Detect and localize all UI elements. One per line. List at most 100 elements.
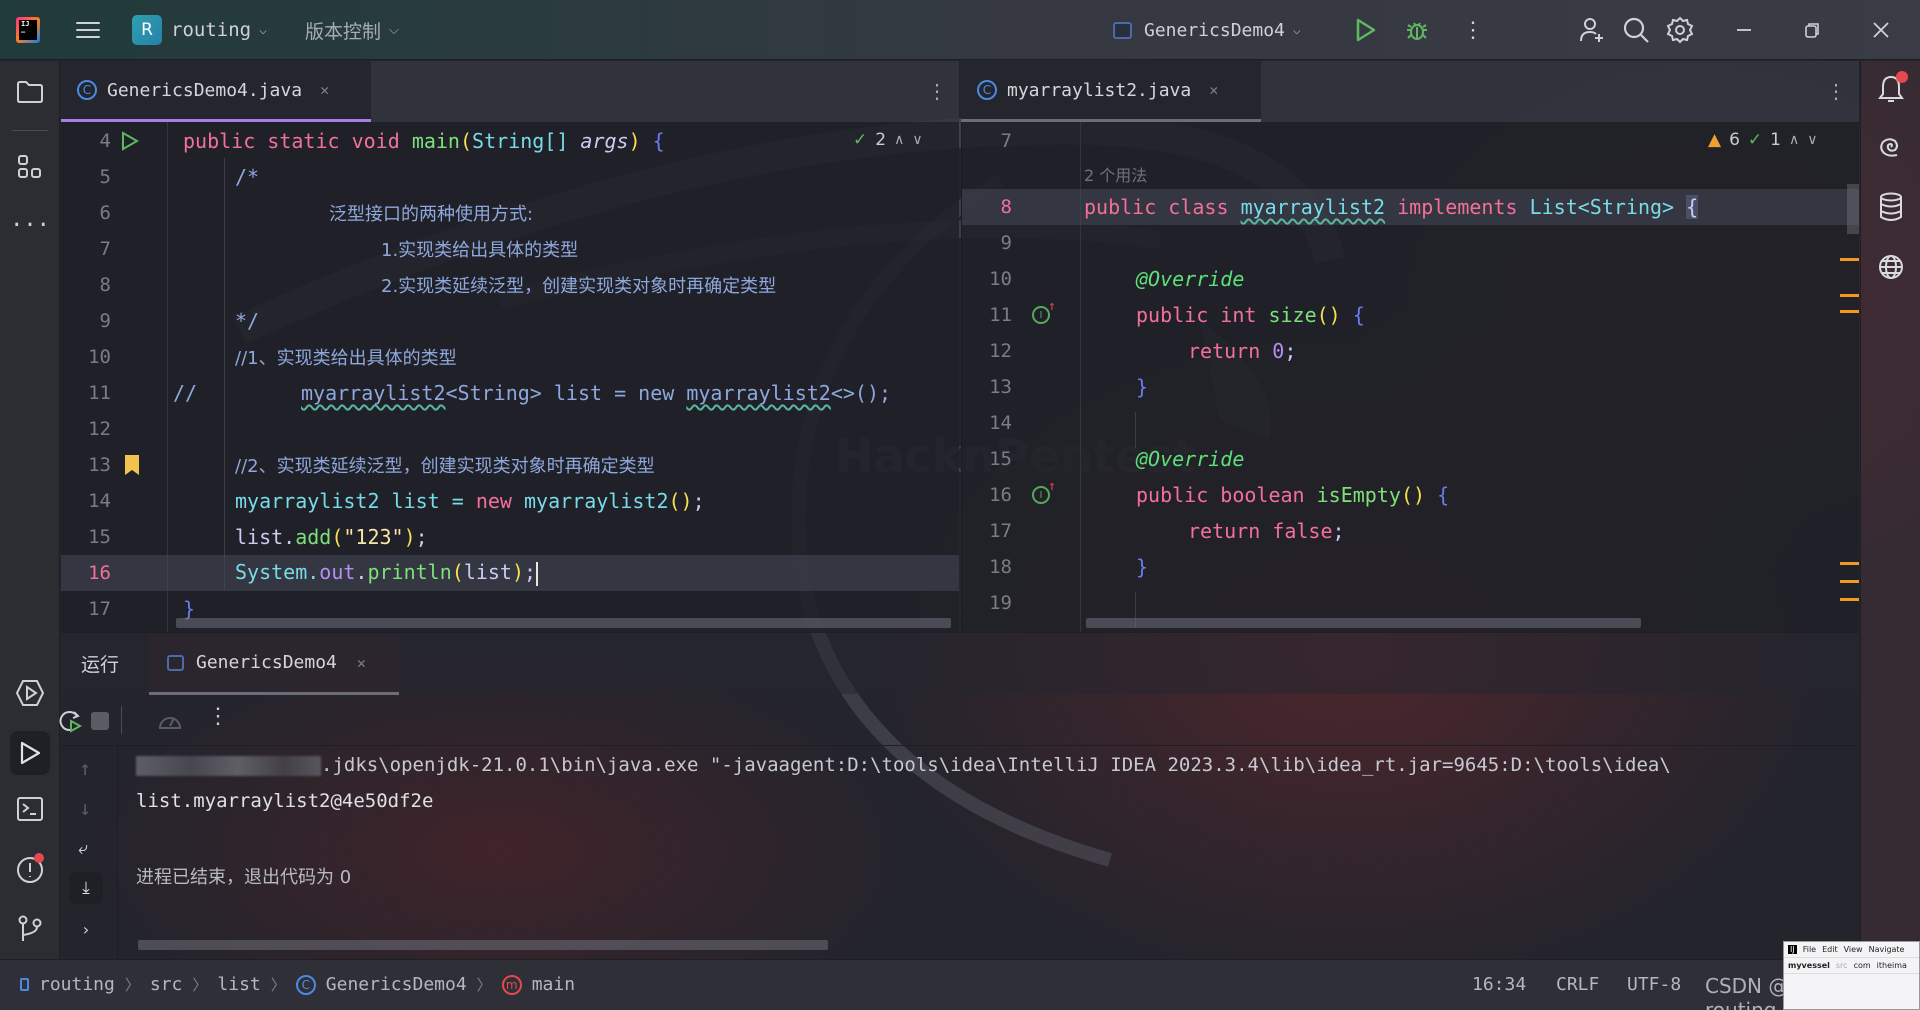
- warning-marker[interactable]: [1840, 294, 1859, 297]
- code-line: 14 myarraylist2 list = new myarraylist2(…: [61, 483, 959, 519]
- minimize-window-button[interactable]: [1735, 0, 1753, 60]
- warning-marker[interactable]: [1840, 562, 1859, 565]
- line-number: 19: [989, 592, 1012, 614]
- usages-inlay[interactable]: 2 个用法: [962, 159, 1859, 189]
- run-tool-button[interactable]: [10, 731, 50, 775]
- breadcrumb-item[interactable]: routing: [39, 974, 115, 995]
- code-line: 15 @Override: [962, 441, 1859, 477]
- main-menu-button[interactable]: [74, 0, 102, 60]
- code-line: 7 1.实现类给出具体的类型: [61, 231, 959, 267]
- services-tool-button[interactable]: [12, 675, 48, 711]
- right-code-editor[interactable]: ▲ 6 ✓ 1 ∧ ∨ 7 2 个用法 8 public class myarr…: [961, 122, 1859, 632]
- stop-icon[interactable]: [91, 712, 109, 730]
- code-text: /*: [235, 165, 260, 189]
- rerun-icon[interactable]: [57, 708, 83, 734]
- code-line: 19: [962, 585, 1859, 621]
- project-tool-button[interactable]: [12, 74, 48, 110]
- bookmark-icon[interactable]: [125, 455, 139, 475]
- close-tab-icon[interactable]: ✕: [1209, 81, 1218, 99]
- thumbnail-path: myvessel src com itheima: [1784, 958, 1919, 974]
- run-tab-genericsdemo4[interactable]: GenericsDemo4 ✕: [149, 633, 399, 695]
- chevron-down-icon: ⌵: [389, 22, 399, 38]
- scroll-to-end-icon[interactable]: ⤓: [69, 872, 103, 904]
- line-number: 10: [989, 268, 1012, 290]
- more-tools-icon[interactable]: ···: [10, 207, 50, 243]
- file-encoding[interactable]: UTF-8: [1627, 974, 1681, 995]
- run-tabbar: 运行 GenericsDemo4 ✕: [61, 632, 1859, 695]
- settings-button[interactable]: [1666, 0, 1694, 60]
- gear-icon: [1666, 16, 1694, 44]
- line-number: 17: [88, 598, 111, 620]
- database-button[interactable]: [1873, 189, 1909, 225]
- problems-tool-button[interactable]: [12, 851, 48, 887]
- git-tool-button[interactable]: [12, 911, 48, 947]
- structure-tool-button[interactable]: [12, 149, 48, 185]
- chevron-right-icon[interactable]: ›: [81, 920, 91, 939]
- status-bar: routing 〉 src 〉 list 〉 C GenericsDemo4 〉…: [0, 959, 1920, 1010]
- soft-wrap-icon[interactable]: ⤶: [78, 838, 88, 859]
- code-with-me-button[interactable]: [1578, 0, 1606, 60]
- vcs-menu[interactable]: 版本控制 ⌵: [305, 0, 399, 60]
- warning-marker[interactable]: [1840, 310, 1859, 313]
- debug-button[interactable]: [1405, 0, 1429, 60]
- left-code-editor[interactable]: ✓ 2 ∧ ∨ 4 public static void main(String…: [61, 122, 959, 632]
- code-text: System.out.println(list);: [235, 560, 539, 586]
- close-window-button[interactable]: [1872, 0, 1890, 60]
- horizontal-scrollbar[interactable]: [138, 940, 828, 950]
- more-actions-kebab-icon[interactable]: ⋮: [1462, 0, 1484, 60]
- horizontal-scrollbar[interactable]: [1086, 618, 1641, 628]
- intellij-logo-icon[interactable]: IJ —: [16, 17, 40, 43]
- code-line: 10 //1、实现类给出具体的类型: [61, 339, 959, 375]
- close-tab-icon[interactable]: ✕: [357, 654, 366, 672]
- code-line: 15 list.add("123");: [61, 519, 959, 555]
- line-number: 9: [1000, 232, 1012, 254]
- notifications-button[interactable]: [1873, 71, 1909, 107]
- restore-window-button[interactable]: [1803, 0, 1821, 60]
- project-badge[interactable]: R: [132, 15, 162, 45]
- caret-position[interactable]: 16:34: [1472, 974, 1526, 995]
- profiler-icon[interactable]: [157, 708, 183, 734]
- arrow-up-icon[interactable]: ↑: [79, 756, 91, 780]
- console-output[interactable]: .jdks\openjdk-21.0.1\bin\java.exe "-java…: [118, 746, 1859, 959]
- right-tool-window-bar: [1860, 61, 1920, 959]
- line-number: 18: [989, 556, 1012, 578]
- app-config-icon: [167, 654, 184, 671]
- line-number: 12: [989, 340, 1012, 362]
- search-button[interactable]: [1622, 0, 1650, 60]
- ai-assistant-button[interactable]: [1873, 129, 1909, 165]
- usages-hint[interactable]: 2 个用法: [1084, 162, 1147, 186]
- tab-genericsdemo4[interactable]: C GenericsDemo4.java ✕: [61, 61, 371, 122]
- arrow-up-icon: ↑: [1048, 479, 1056, 494]
- close-tab-icon[interactable]: ✕: [320, 81, 329, 99]
- line-number: 11: [88, 382, 111, 404]
- breadcrumb-item[interactable]: list: [217, 974, 260, 995]
- run-config-selector[interactable]: GenericsDemo4 ⌵: [1113, 0, 1301, 60]
- breadcrumb-item[interactable]: main: [532, 974, 575, 995]
- module-icon: [20, 978, 29, 991]
- line-separator[interactable]: CRLF: [1556, 974, 1599, 995]
- endpoints-button[interactable]: [1873, 249, 1909, 285]
- more-actions-kebab-icon[interactable]: ⋮: [207, 704, 229, 729]
- line-number: 16: [88, 562, 111, 584]
- terminal-tool-button[interactable]: [12, 791, 48, 827]
- code-text: //2、实现类延续泛型，创建实现类对象时再确定类型: [235, 456, 655, 477]
- tab-myarraylist2[interactable]: C myarraylist2.java ✕: [961, 61, 1261, 122]
- run-button[interactable]: [1355, 0, 1377, 60]
- tab-actions-kebab-icon[interactable]: ⋮: [927, 79, 947, 103]
- breadcrumb-item[interactable]: src: [150, 974, 183, 995]
- warning-marker[interactable]: [1840, 598, 1859, 601]
- breadcrumb-item[interactable]: GenericsDemo4: [326, 974, 467, 995]
- warning-marker[interactable]: [1840, 580, 1859, 583]
- code-text: public int size() {: [1136, 303, 1365, 327]
- arrow-down-icon[interactable]: ↓: [79, 796, 91, 820]
- line-number: 5: [99, 166, 111, 188]
- spiral-icon: [1880, 138, 1898, 157]
- horizontal-scrollbar[interactable]: [176, 618, 951, 628]
- run-gutter-icon[interactable]: [121, 131, 139, 151]
- vertical-scrollbar[interactable]: [1847, 184, 1859, 234]
- line-number: 11: [989, 304, 1012, 326]
- project-selector[interactable]: routing ⌵: [171, 0, 267, 60]
- tab-actions-kebab-icon[interactable]: ⋮: [1826, 79, 1846, 103]
- warning-marker[interactable]: [1840, 258, 1859, 261]
- line-number: 16: [989, 484, 1012, 506]
